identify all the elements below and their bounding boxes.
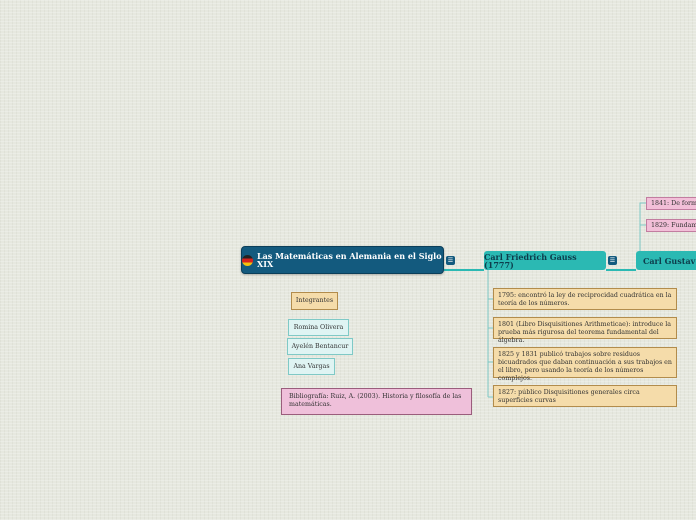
integrantes-node[interactable]: Integrantes (291, 292, 338, 310)
member-name: Ayelén Bentancur (291, 342, 349, 350)
gauss-fact[interactable]: 1801 (Libro Disquisitiones Arithmeticae)… (493, 317, 677, 344)
member-name: Romina Olivera (293, 323, 344, 331)
jacobi-item[interactable]: 1841: De formati (646, 197, 696, 210)
topic-jacobi[interactable]: Carl Gustav J (636, 251, 696, 270)
jacobi-item-label: 1841: De formati (651, 199, 696, 207)
collapse-gauss-icon[interactable]: ☰ (608, 256, 617, 265)
bibliography-text: Bibliografía: Ruiz, A. (2003). Historia … (289, 393, 462, 408)
member-item[interactable]: Ana Vargas (288, 358, 335, 375)
topic-jacobi-label: Carl Gustav J (643, 255, 696, 266)
member-item[interactable]: Romina Olivera (288, 319, 349, 336)
gauss-fact-text: 1827: público Disquisitiones generales c… (498, 389, 640, 404)
central-topic-label: Las Matemáticas en Alemania en el Siglo … (257, 251, 442, 269)
collapse-root-icon[interactable]: ☰ (446, 256, 455, 265)
central-topic[interactable]: Las Matemáticas en Alemania en el Siglo … (241, 246, 444, 274)
gauss-fact-text: 1795: encontró la ley de reciprocidad cu… (498, 292, 672, 307)
jacobi-item[interactable]: 1829: Fundamen (646, 219, 696, 232)
topic-gauss[interactable]: Carl Friedrich Gauss (1777) (484, 251, 606, 270)
mind-map-canvas: Las Matemáticas en Alemania en el Siglo … (0, 0, 696, 520)
topic-gauss-label: Carl Friedrich Gauss (1777) (484, 251, 577, 270)
jacobi-item-label: 1829: Fundamen (651, 221, 696, 229)
member-name: Ana Vargas (293, 362, 330, 370)
member-item[interactable]: Ayelén Bentancur (287, 338, 353, 355)
germany-flag-icon (242, 254, 253, 266)
gauss-fact[interactable]: 1827: público Disquisitiones generales c… (493, 385, 677, 407)
gauss-fact[interactable]: 1795: encontró la ley de reciprocidad cu… (493, 288, 677, 310)
bibliography-note[interactable]: Bibliografía: Ruiz, A. (2003). Historia … (281, 388, 472, 415)
gauss-fact[interactable]: 1825 y 1831 publicó trabajos sobre resid… (493, 347, 677, 382)
gauss-fact-text: 1825 y 1831 publicó trabajos sobre resid… (498, 351, 672, 382)
integrantes-label: Integrantes (295, 297, 334, 304)
